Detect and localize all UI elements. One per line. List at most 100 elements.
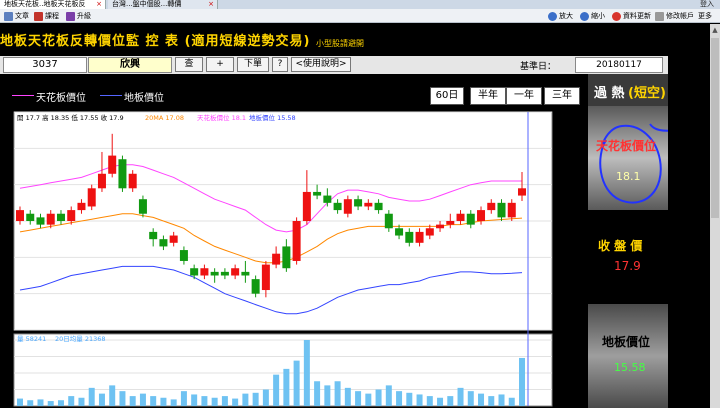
candle-body — [364, 202, 373, 207]
volume-bar — [129, 396, 136, 406]
candle-body — [46, 213, 55, 225]
volume-bar — [519, 357, 525, 406]
volume-bar — [17, 398, 23, 406]
candle-body — [343, 199, 352, 214]
candle-body — [261, 264, 270, 291]
price-tick-label: 19 — [555, 144, 565, 153]
candle-body — [313, 191, 322, 196]
candle-body — [477, 210, 486, 221]
info-text: 天花板價位 18.1 — [197, 113, 246, 122]
candle-body — [518, 188, 526, 196]
volume-bar — [426, 396, 433, 406]
volume-bar — [467, 391, 474, 406]
volume-bar — [232, 398, 239, 406]
candle-body — [149, 231, 158, 240]
candle-body — [241, 271, 250, 276]
volume-bar — [262, 389, 269, 406]
candle-body — [436, 224, 445, 229]
volume-bar — [508, 397, 515, 406]
volume-info-text: 量 58241 — [17, 335, 46, 343]
volume-bar — [314, 381, 321, 406]
candle-body — [118, 159, 127, 189]
volume-bar — [447, 396, 454, 406]
price-tick-label: 17 — [555, 217, 565, 226]
volume-bar — [47, 401, 54, 406]
volume-bar — [385, 385, 392, 406]
candle-body — [128, 173, 137, 189]
volume-bar — [488, 396, 495, 406]
volume-bar — [478, 393, 485, 406]
candle-body — [77, 202, 86, 211]
candle-body — [108, 155, 117, 174]
candle-body — [200, 268, 209, 276]
candle-body — [415, 231, 424, 243]
price-tick-label: 18 — [555, 181, 565, 190]
candle-body — [272, 253, 281, 265]
side-info-panel — [588, 74, 668, 408]
candle-body — [138, 199, 147, 214]
info-text: 20MA 17.08 — [145, 114, 184, 122]
price-tick-label: 14 — [555, 326, 565, 335]
candle-body — [67, 210, 76, 221]
volume-tick-label: 20,000 — [555, 386, 583, 395]
volume-bar — [98, 393, 105, 406]
candle-body — [374, 202, 383, 211]
candle-body — [169, 235, 178, 243]
volume-bar — [139, 393, 146, 406]
candle-body — [16, 210, 24, 221]
volume-info-text: 20日均量 21368 — [55, 334, 106, 343]
volume-bar — [437, 397, 444, 406]
volume-bar — [109, 385, 116, 406]
price-tick-label: 15 — [555, 290, 565, 299]
volume-bar — [160, 397, 167, 406]
volume-bar — [211, 397, 218, 406]
volume-bar — [180, 391, 187, 406]
candle-body — [395, 228, 404, 236]
candle-body — [323, 195, 332, 203]
volume-bar — [150, 396, 157, 406]
volume-bar — [68, 396, 75, 406]
volume-bar — [88, 387, 95, 406]
volume-bar — [498, 394, 505, 406]
volume-bar — [27, 400, 34, 406]
volume-bar — [416, 394, 423, 406]
volume-bar — [283, 368, 290, 406]
volume-bar — [293, 360, 300, 406]
vertical-scrollbar[interactable]: ▲ — [710, 24, 720, 408]
volume-bar — [303, 340, 310, 406]
volume-bar — [334, 381, 341, 406]
volume-bar — [457, 387, 464, 406]
candle-body — [87, 188, 96, 207]
candle-body — [36, 217, 45, 225]
candle-body — [220, 271, 229, 276]
volume-bar — [324, 385, 331, 406]
candle-body — [333, 202, 342, 211]
candle-body — [487, 202, 496, 211]
candle-body — [231, 268, 240, 276]
candle-body — [384, 213, 393, 229]
candle-body — [446, 221, 455, 225]
candle-body — [282, 246, 291, 269]
volume-tick-label: 60,000 — [555, 353, 583, 362]
volume-bar — [57, 400, 64, 406]
candle-body — [210, 271, 219, 276]
volume-bar — [365, 393, 372, 406]
volume-bar — [396, 391, 403, 406]
candle-body — [456, 213, 465, 221]
candle-body — [354, 199, 363, 207]
volume-tick-label: 80,000 — [555, 336, 583, 345]
scroll-thumb[interactable] — [711, 38, 719, 218]
volume-bar — [344, 387, 351, 406]
candle-body — [179, 250, 188, 261]
scroll-up-icon[interactable]: ▲ — [711, 26, 719, 34]
volume-bar — [191, 394, 198, 406]
volume-bar — [170, 399, 177, 406]
volume-bar — [273, 374, 280, 406]
price-tick-label: 16 — [555, 253, 565, 262]
info-text: 開 17.7 高 18.35 低 17.55 收 17.9 — [17, 113, 124, 122]
volume-bar — [355, 391, 362, 406]
info-text: 地板價位 15.58 — [249, 113, 296, 122]
candle-body — [302, 191, 311, 221]
volume-bar — [406, 392, 413, 406]
volume-bar — [201, 396, 208, 406]
